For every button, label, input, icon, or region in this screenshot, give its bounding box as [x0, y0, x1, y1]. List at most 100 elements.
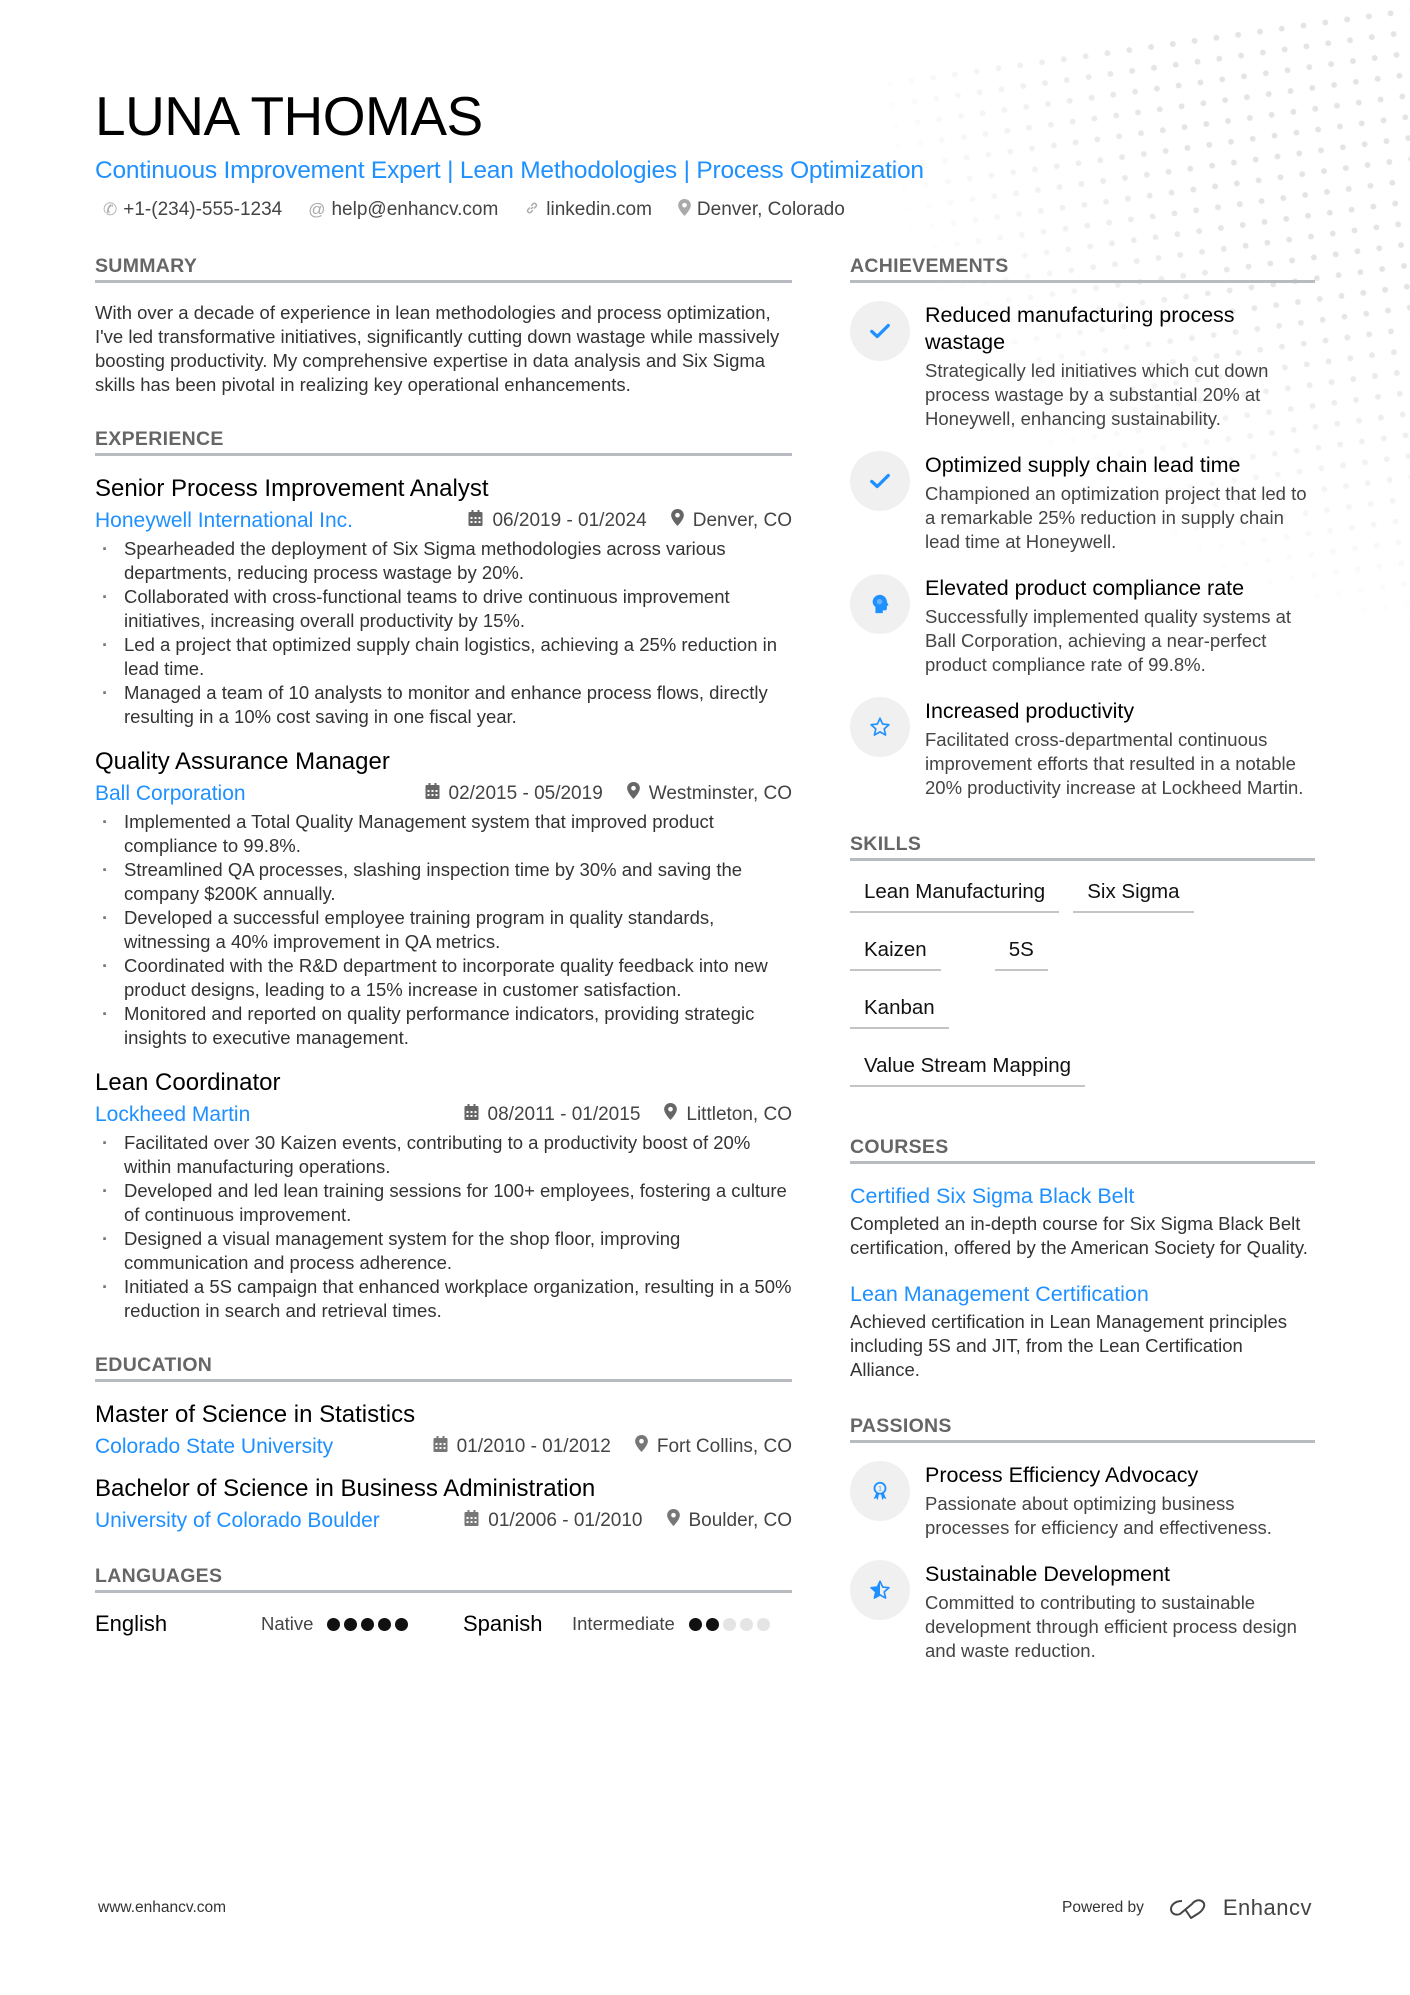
bullet-item: Managed a team of 10 analysts to monitor… — [95, 681, 792, 729]
contact-location: Denver, Colorado — [678, 199, 845, 221]
job-bullets: Spearheaded the deployment of Six Sigma … — [95, 537, 792, 729]
language-level: Intermediate — [572, 1613, 675, 1634]
degree-title: Master of Science in Statistics — [95, 1401, 416, 1428]
job-title: Quality Assurance Manager — [95, 748, 390, 775]
achievements-section: ACHIEVEMENTS Reduced manufacturing proce… — [850, 254, 1315, 800]
website-link[interactable]: www.enhancv.com — [98, 1899, 226, 1917]
language-level: Native — [261, 1613, 314, 1634]
languages-section: LANGUAGES English Native Spanish Interme… — [95, 1564, 792, 1637]
company-name: Ball Corporation — [95, 782, 246, 805]
job-bullets: Implemented a Total Quality Management s… — [95, 810, 792, 1050]
languages-row: English Native Spanish Intermediate — [95, 1611, 792, 1637]
contact-row: ✆ +1-(234)-555-1234 @ help@enhancv.com l… — [95, 199, 1315, 221]
bullet-item: Developed and led lean training sessions… — [95, 1179, 792, 1227]
passion-desc: Committed to contributing to sustainable… — [925, 1592, 1297, 1661]
email-text: help@enhancv.com — [331, 199, 499, 220]
achievement-title: Optimized supply chain lead time — [925, 453, 1241, 477]
job-dates: 06/2019 - 01/2024 — [468, 508, 647, 534]
education-entry: Master of Science in Statistics Colorado… — [95, 1400, 792, 1460]
skill-tag: Value Stream Mapping — [850, 1053, 1086, 1087]
location-text: Denver, Colorado — [696, 199, 845, 220]
achievement-desc: Successfully implemented quality systems… — [925, 606, 1292, 675]
job-location: Littleton, CO — [664, 1102, 792, 1128]
skills-list: Lean Manufacturing Six Sigma Kaizen 5S K… — [850, 879, 1315, 1087]
location-text: Fort Collins, CO — [656, 1436, 792, 1457]
rating-dot-filled — [327, 1617, 341, 1631]
bullet-item: Initiated a 5S campaign that enhanced wo… — [95, 1275, 792, 1323]
course-desc: Achieved certification in Lean Managemen… — [850, 1311, 1288, 1380]
education-meta: University of Colorado Boulder 01/2006 -… — [95, 1508, 792, 1534]
linkedin-text: linkedin.com — [546, 199, 652, 220]
rating-dot-filled — [688, 1617, 702, 1631]
company-name: Lockheed Martin — [95, 1103, 251, 1126]
page-footer: www.enhancv.com Powered by Enhancv — [0, 1895, 1410, 1921]
svg-text:1: 1 — [878, 1486, 882, 1493]
bullet-item: Streamlined QA processes, slashing inspe… — [95, 858, 792, 906]
job-location: Denver, CO — [670, 508, 792, 534]
at-icon: @ — [308, 200, 326, 219]
bullet-item: Led a project that optimized supply chai… — [95, 633, 792, 681]
calendar-icon — [468, 508, 483, 534]
checkmark-icon — [850, 301, 910, 361]
rating-dot-filled — [361, 1617, 375, 1631]
company-name: Honeywell International Inc. — [95, 509, 353, 532]
passion-desc: Passionate about optimizing business pro… — [925, 1493, 1272, 1538]
dates-text: 01/2010 - 01/2012 — [456, 1436, 611, 1457]
achievement-title: Increased productivity — [925, 699, 1135, 723]
dates-text: 08/2011 - 01/2015 — [487, 1104, 641, 1125]
resume-page: LUNA THOMAS Continuous Improvement Exper… — [0, 0, 1410, 1693]
resume-columns: SUMMARY With over a decade of experience… — [95, 254, 1315, 1693]
education-location: Fort Collins, CO — [634, 1434, 792, 1460]
achievement-desc: Strategically led initiatives which cut … — [925, 360, 1269, 429]
school-name: Colorado State University — [95, 1435, 334, 1458]
achievement-item: Elevated product compliance rate Success… — [850, 574, 1315, 677]
language-name: Spanish — [463, 1611, 543, 1636]
location-pin-icon — [664, 1102, 678, 1128]
contact-linkedin[interactable]: linkedin.com — [524, 199, 652, 221]
contact-phone[interactable]: ✆ +1-(234)-555-1234 — [103, 199, 282, 221]
right-column: ACHIEVEMENTS Reduced manufacturing proce… — [850, 254, 1315, 1693]
rating-dot-empty — [739, 1617, 753, 1631]
education-dates: 01/2006 - 01/2010 — [464, 1508, 643, 1534]
job-title: Lean Coordinator — [95, 1069, 281, 1096]
achievement-desc: Championed an optimization project that … — [925, 483, 1307, 552]
job-location: Westminster, CO — [626, 781, 792, 807]
language-name: English — [95, 1611, 168, 1636]
job-meta: Honeywell International Inc. 06/2019 - 0… — [95, 508, 792, 534]
passions-heading: PASSIONS — [850, 1414, 1315, 1443]
achievements-heading: ACHIEVEMENTS — [850, 254, 1315, 283]
languages-heading: LANGUAGES — [95, 1564, 792, 1593]
bullet-item: Developed a successful employee training… — [95, 906, 792, 954]
achievement-desc: Facilitated cross-departmental continuou… — [925, 729, 1304, 798]
job-entry: Quality Assurance Manager Ball Corporati… — [95, 747, 792, 1050]
enhancv-logo[interactable]: Enhancv — [1168, 1895, 1312, 1921]
language-item: English Native — [95, 1611, 463, 1637]
link-icon — [524, 200, 540, 221]
achievement-item: Optimized supply chain lead time Champio… — [850, 451, 1315, 554]
bullet-item: Collaborated with cross-functional teams… — [95, 585, 792, 633]
achievement-title: Reduced manufacturing process wastage — [925, 303, 1235, 354]
calendar-icon — [433, 1434, 448, 1460]
candidate-tagline: Continuous Improvement Expert | Lean Met… — [95, 157, 924, 184]
course-item: Certified Six Sigma Black Belt Completed… — [850, 1182, 1315, 1260]
calendar-icon — [425, 781, 440, 807]
skill-tag: 5S — [994, 937, 1048, 971]
passion-item: Sustainable Development Committed to con… — [850, 1560, 1315, 1663]
job-dates: 02/2015 - 05/2019 — [425, 781, 603, 807]
education-dates: 01/2010 - 01/2012 — [433, 1434, 611, 1460]
passion-item: 1 Process Efficiency Advocacy Passionate… — [850, 1461, 1315, 1540]
job-bullets: Facilitated over 30 Kaizen events, contr… — [95, 1131, 792, 1323]
job-entry: Lean Coordinator Lockheed Martin 08/2011… — [95, 1068, 792, 1323]
left-column: SUMMARY With over a decade of experience… — [95, 254, 792, 1693]
education-heading: EDUCATION — [95, 1353, 792, 1382]
experience-heading: EXPERIENCE — [95, 427, 792, 456]
location-pin-icon — [670, 508, 684, 534]
education-section: EDUCATION Master of Science in Statistic… — [95, 1353, 792, 1534]
skills-section: SKILLS Lean Manufacturing Six Sigma Kaiz… — [850, 832, 1315, 1087]
contact-email[interactable]: @ help@enhancv.com — [308, 199, 498, 221]
calendar-icon — [464, 1508, 479, 1534]
course-desc: Completed an in-depth course for Six Sig… — [850, 1213, 1308, 1258]
passion-title: Process Efficiency Advocacy — [925, 1463, 1199, 1487]
location-text: Denver, CO — [692, 510, 792, 531]
dates-text: 06/2019 - 01/2024 — [492, 510, 647, 531]
